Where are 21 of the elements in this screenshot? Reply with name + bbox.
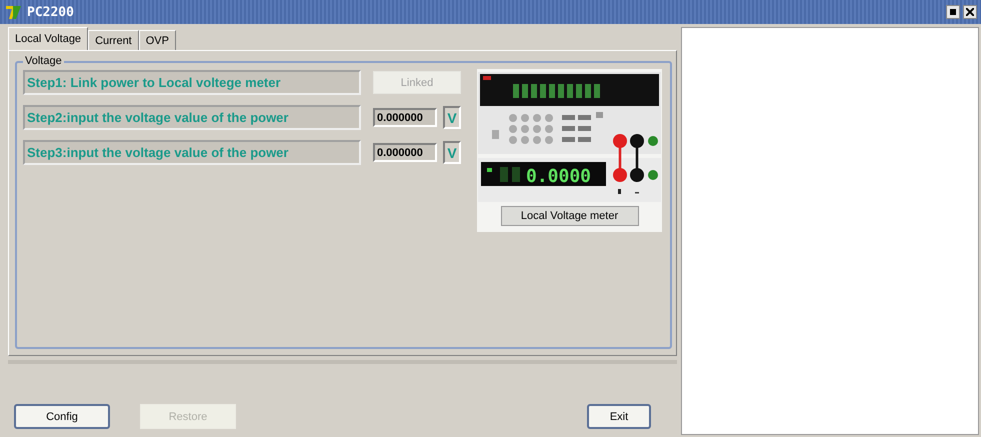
step-label: Step1: Link power to Local voltege meter [23, 70, 361, 95]
meter-reading: 0.0000 [526, 166, 592, 187]
step-label: Step3:input the voltage value of the power [23, 140, 361, 165]
tab[interactable]: Current [88, 30, 139, 50]
dialog-button[interactable]: Exit [587, 404, 651, 429]
step-label: Step2:input the voltage value of the power [23, 105, 361, 130]
meter-button[interactable]: Local Voltage meter [500, 206, 638, 226]
close-icon [966, 8, 974, 16]
close-button[interactable] [963, 5, 977, 19]
group-title: Voltage [23, 55, 64, 67]
dialog-button[interactable]: Config [14, 404, 110, 429]
tab[interactable]: Local Voltage [8, 27, 88, 50]
unit-label: V [443, 106, 461, 129]
minimize-button[interactable] [946, 5, 960, 19]
voltage-field[interactable]: 0.000000 [373, 108, 437, 127]
tab[interactable]: OVP [138, 30, 176, 50]
unit-label: V [443, 141, 461, 164]
voltage-field[interactable]: 0.000000 [373, 143, 437, 162]
window-title: PC2200 [27, 4, 74, 20]
logo-icon [4, 4, 24, 20]
minimize-icon [950, 9, 956, 15]
